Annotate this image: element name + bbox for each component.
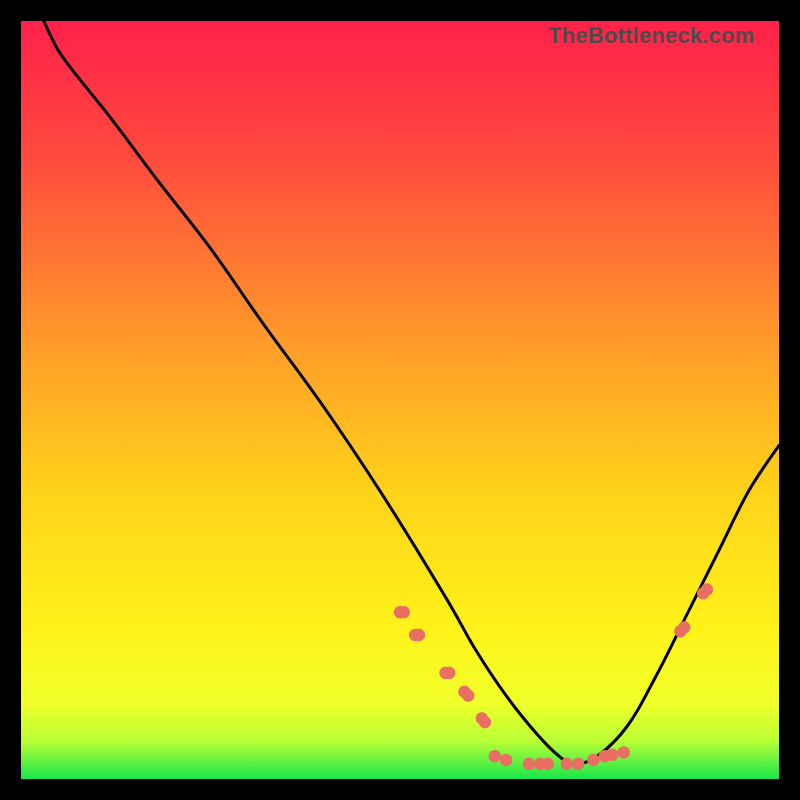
- data-point: [678, 621, 690, 633]
- data-point: [542, 758, 554, 770]
- chart-svg: [21, 21, 779, 779]
- data-point: [462, 689, 474, 701]
- data-point: [561, 758, 573, 770]
- data-point: [523, 758, 535, 770]
- data-point: [606, 749, 618, 761]
- data-point: [701, 583, 713, 595]
- data-point: [617, 746, 629, 758]
- chart-frame: TheBottleneck.com: [21, 21, 779, 779]
- gradient-background: [21, 21, 779, 779]
- data-point: [572, 758, 584, 770]
- data-point: [479, 716, 491, 728]
- watermark-text: TheBottleneck.com: [549, 23, 755, 49]
- data-point: [500, 754, 512, 766]
- data-point: [489, 750, 501, 762]
- data-point: [398, 606, 410, 618]
- data-point: [443, 667, 455, 679]
- data-point: [587, 754, 599, 766]
- data-point: [413, 629, 425, 641]
